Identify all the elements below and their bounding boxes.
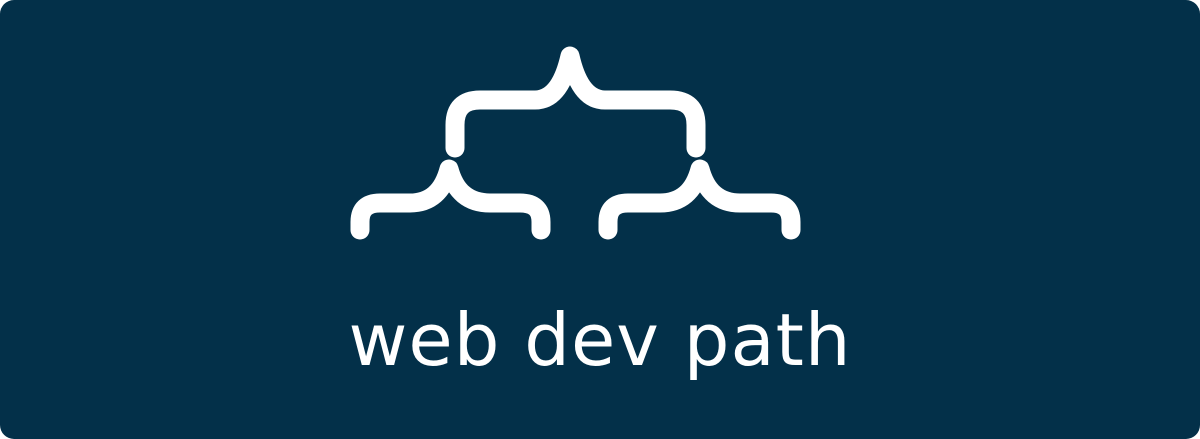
- brand-banner: web dev path: [0, 0, 1200, 439]
- top-brace: [445, 46, 706, 158]
- bottom-right-brace: [598, 159, 801, 240]
- bottom-left-brace: [350, 159, 551, 240]
- brand-wordmark: web dev path: [348, 298, 852, 382]
